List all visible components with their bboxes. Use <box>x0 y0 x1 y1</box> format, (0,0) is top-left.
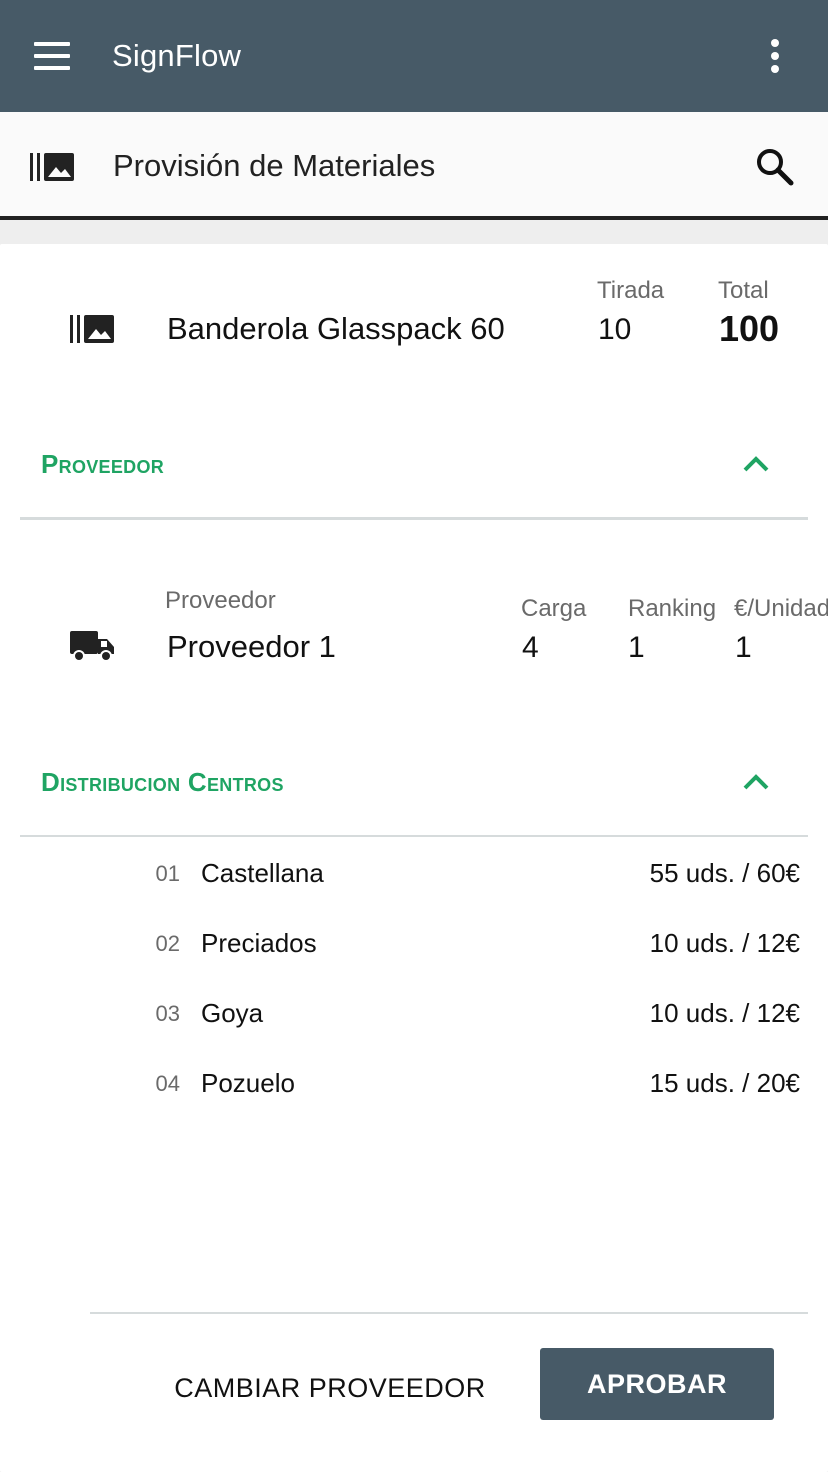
material-library-icon <box>30 153 74 181</box>
carga-label: Carga <box>521 595 587 622</box>
menu-icon[interactable] <box>28 34 76 78</box>
search-icon[interactable] <box>752 144 798 190</box>
divider <box>20 835 808 837</box>
page-title: Provisión de Materiales <box>113 148 436 183</box>
price-per-unit-value: 1 <box>735 631 752 664</box>
tirada-value: 10 <box>598 313 632 346</box>
section-title-distribucion: Distribucion Centros <box>41 767 284 797</box>
section-title-proveedor: Proveedor <box>41 449 165 479</box>
center-quantity-price: 15 uds. / 20€ <box>649 1068 800 1098</box>
carga-value: 4 <box>522 631 539 664</box>
supplier-label: Proveedor <box>165 587 276 614</box>
ranking-value: 1 <box>628 631 645 664</box>
app-title: SignFlow <box>112 38 242 73</box>
center-number: 02 <box>155 931 180 956</box>
product-name: Banderola Glasspack 60 <box>167 311 505 346</box>
center-quantity-price: 55 uds. / 60€ <box>649 858 800 888</box>
material-library-icon <box>70 315 114 343</box>
divider <box>20 517 808 520</box>
app-bar: SignFlow <box>0 0 828 112</box>
center-number: 01 <box>155 861 180 886</box>
chevron-up-icon[interactable] <box>736 444 776 484</box>
center-name: Goya <box>201 998 264 1028</box>
change-supplier-button[interactable]: CAMBIAR PROVEEDOR <box>160 1360 500 1416</box>
chevron-up-icon[interactable] <box>736 762 776 802</box>
center-quantity-price: 10 uds. / 12€ <box>649 928 800 958</box>
supplier-name: Proveedor 1 <box>167 629 336 664</box>
center-name: Pozuelo <box>201 1068 295 1098</box>
tirada-label: Tirada <box>597 277 665 304</box>
center-number: 04 <box>155 1071 180 1096</box>
center-name: Preciados <box>201 928 317 958</box>
price-per-unit-label: €/Unidad <box>734 595 828 622</box>
more-vert-icon[interactable] <box>756 34 796 78</box>
center-number: 03 <box>155 1001 180 1026</box>
center-quantity-price: 10 uds. / 12€ <box>649 998 800 1028</box>
total-label: Total <box>718 277 769 304</box>
divider <box>90 1312 808 1314</box>
total-value: 100 <box>719 308 780 349</box>
ranking-label: Ranking <box>628 595 717 622</box>
center-name: Castellana <box>201 858 324 888</box>
approve-button[interactable]: APROBAR <box>540 1348 774 1420</box>
truck-icon <box>70 631 114 662</box>
